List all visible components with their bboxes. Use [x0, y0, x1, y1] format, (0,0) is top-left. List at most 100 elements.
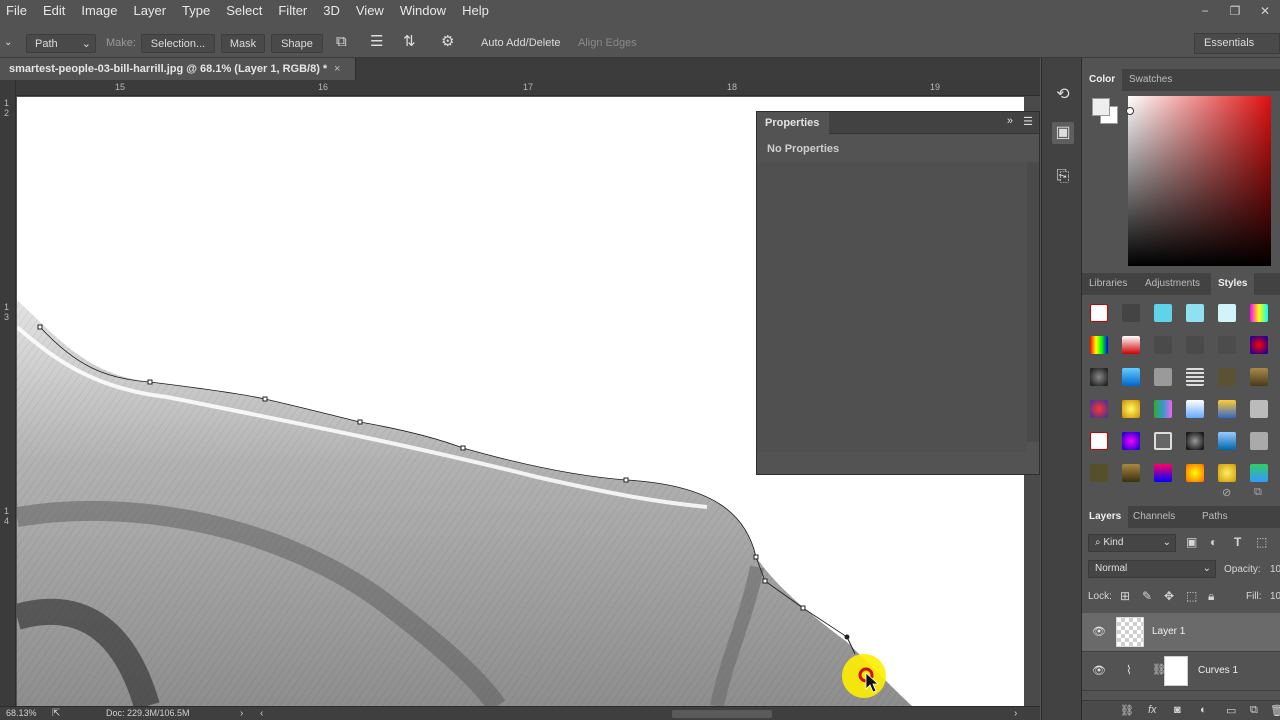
lock-all-icon[interactable]: 🔒︎	[1208, 589, 1214, 604]
path-arrangement-icon[interactable]: ⇅	[403, 33, 416, 51]
path-alignment-icon[interactable]: ☰	[370, 33, 383, 51]
filter-shape-icon[interactable]: ⬚	[1256, 535, 1267, 549]
panel-menu-icon[interactable]: ☰	[1023, 115, 1033, 128]
tab-paths[interactable]: Paths	[1195, 506, 1235, 528]
layer-row-curves-1[interactable]: 👁︎ ⌇ ⛓︎ Curves 1	[1082, 652, 1280, 691]
style-swatch[interactable]	[1154, 336, 1172, 354]
filter-type-icon[interactable]: T	[1234, 535, 1241, 549]
tab-channels[interactable]: Channels	[1126, 506, 1182, 528]
style-swatch[interactable]	[1218, 400, 1236, 418]
lock-image-icon[interactable]: ✎	[1142, 589, 1152, 603]
menu-view[interactable]: View	[348, 0, 392, 21]
link-icon[interactable]: ⛓︎	[1120, 704, 1134, 717]
collapse-panel-icon[interactable]: »	[1007, 115, 1013, 127]
trash-icon[interactable]: 🗑︎	[1270, 704, 1280, 717]
menu-filter[interactable]: Filter	[270, 0, 315, 21]
foreground-color-swatch[interactable]	[1092, 98, 1110, 116]
style-swatch[interactable]	[1122, 464, 1140, 482]
scroll-left-icon[interactable]: ‹	[260, 708, 263, 719]
horizontal-ruler[interactable]: 15 16 17 18 19	[16, 80, 1040, 96]
document-tab[interactable]: smartest-people-03-bill-harrill.jpg @ 68…	[0, 58, 356, 80]
style-swatch[interactable]	[1122, 432, 1140, 450]
share-icon[interactable]: ⇱	[52, 708, 60, 719]
tab-layers[interactable]: Layers	[1082, 506, 1129, 528]
filter-adjustment-icon[interactable]: ◐	[1210, 535, 1217, 549]
path-mode-select[interactable]: Path ⌄	[26, 34, 96, 53]
menu-window[interactable]: Window	[392, 0, 454, 21]
style-swatch[interactable]	[1218, 304, 1236, 322]
style-swatch[interactable]	[1250, 368, 1268, 386]
tab-libraries[interactable]: Libraries	[1082, 273, 1134, 295]
properties-icon[interactable]: ▣	[1052, 122, 1074, 144]
style-swatch[interactable]	[1090, 336, 1108, 354]
style-swatch[interactable]	[1250, 400, 1268, 418]
close-tab-icon[interactable]: ×	[334, 58, 340, 80]
visibility-eye-icon[interactable]: 👁︎	[1092, 664, 1106, 677]
color-picker-field[interactable]	[1128, 96, 1271, 266]
filter-pixel-icon[interactable]: ▣	[1186, 535, 1197, 549]
tab-adjustments[interactable]: Adjustments	[1138, 273, 1207, 295]
style-swatch[interactable]	[1122, 304, 1140, 322]
color-picker-cursor[interactable]	[1126, 107, 1134, 115]
status-menu-arrow-icon[interactable]: ›	[240, 708, 243, 719]
blend-mode-select[interactable]: Normal ⌄	[1088, 560, 1216, 578]
style-swatch[interactable]	[1122, 400, 1140, 418]
menu-select[interactable]: Select	[218, 0, 270, 21]
group-icon[interactable]: ▭	[1226, 704, 1236, 717]
menu-help[interactable]: Help	[454, 0, 497, 21]
style-swatch[interactable]	[1090, 368, 1108, 386]
new-style-icon[interactable]: ⧉	[1254, 486, 1262, 499]
tab-swatches[interactable]: Swatches	[1122, 69, 1179, 91]
layer-filter-kind[interactable]: ⌕ Kind ⌄	[1088, 534, 1176, 552]
style-swatch[interactable]	[1218, 432, 1236, 450]
menu-layer[interactable]: Layer	[126, 0, 175, 21]
menu-edit[interactable]: Edit	[35, 0, 73, 21]
style-swatch[interactable]	[1250, 464, 1268, 482]
style-swatch[interactable]	[1218, 336, 1236, 354]
mask-icon[interactable]: ◙	[1174, 704, 1181, 716]
style-swatch[interactable]	[1250, 304, 1268, 322]
restore-icon[interactable]: ❐	[1220, 4, 1250, 18]
style-swatch[interactable]	[1186, 368, 1204, 386]
properties-tab[interactable]: Properties	[757, 112, 829, 134]
style-swatch[interactable]	[1218, 368, 1236, 386]
horizontal-scroll-thumb[interactable]	[672, 710, 772, 718]
menu-image[interactable]: Image	[73, 0, 125, 21]
selection-button[interactable]: Selection...	[141, 34, 215, 53]
style-swatch[interactable]	[1250, 336, 1268, 354]
properties-scrollbar[interactable]	[1027, 162, 1039, 442]
style-swatch[interactable]	[1186, 432, 1204, 450]
history-icon[interactable]: ⟲	[1052, 84, 1074, 106]
close-window-icon[interactable]: ✕	[1250, 4, 1280, 18]
layer-row-layer-1[interactable]: 👁︎ Layer 1	[1082, 613, 1280, 652]
shape-button[interactable]: Shape	[271, 34, 323, 53]
style-swatch[interactable]	[1090, 432, 1108, 450]
style-swatch[interactable]	[1186, 400, 1204, 418]
tool-preset-chevron-icon[interactable]: ⌄	[4, 34, 12, 52]
menu-type[interactable]: Type	[174, 0, 218, 21]
fill-value[interactable]: 10	[1270, 591, 1280, 602]
style-swatch[interactable]	[1186, 304, 1204, 322]
tab-color[interactable]: Color	[1082, 69, 1123, 91]
workspace-switcher[interactable]: Essentials	[1194, 33, 1280, 54]
adjustment-icon[interactable]: ◐	[1200, 704, 1207, 716]
style-swatch[interactable]	[1090, 464, 1108, 482]
style-swatch[interactable]	[1154, 464, 1172, 482]
tab-styles[interactable]: Styles	[1211, 273, 1255, 295]
clear-style-icon[interactable]: ⊘	[1222, 486, 1231, 499]
style-swatch[interactable]	[1090, 400, 1108, 418]
scroll-right-icon[interactable]: ›	[1014, 708, 1017, 719]
style-swatch[interactable]	[1218, 464, 1236, 482]
path-operations-icon[interactable]: ⧉	[336, 33, 347, 51]
mask-button[interactable]: Mask	[221, 34, 265, 53]
minimize-icon[interactable]: −	[1190, 4, 1220, 18]
gear-icon[interactable]: ⚙	[441, 33, 454, 51]
lock-transparent-icon[interactable]: ⊞	[1120, 589, 1130, 603]
style-swatch[interactable]	[1154, 304, 1172, 322]
menu-file[interactable]: File	[0, 0, 35, 21]
style-swatch[interactable]	[1122, 368, 1140, 386]
vertical-ruler[interactable]: 1 2 1 3 1 4	[0, 80, 16, 706]
paths-icon[interactable]: ⎘	[1052, 166, 1074, 188]
lock-position-icon[interactable]: ✥	[1164, 589, 1174, 603]
style-swatch[interactable]	[1154, 432, 1172, 450]
